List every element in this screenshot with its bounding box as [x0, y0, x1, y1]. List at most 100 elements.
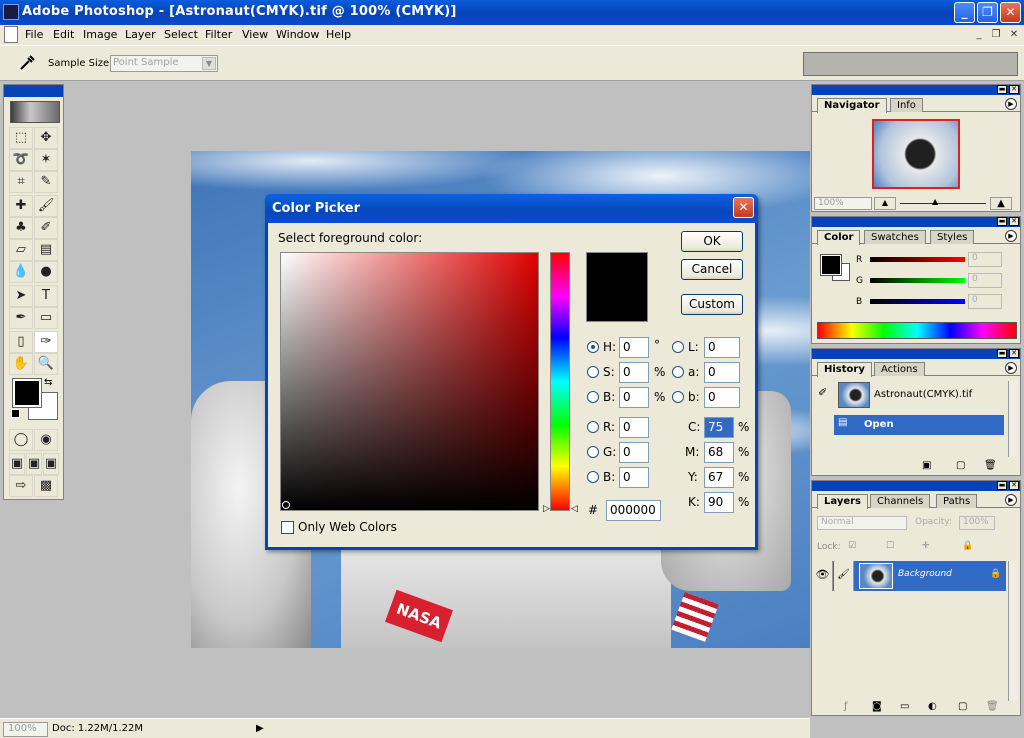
new-snapshot-icon[interactable]: ▢: [956, 460, 965, 471]
toolbox-titlebar[interactable]: [4, 85, 63, 97]
marquee-tool-icon[interactable]: ⬚: [9, 127, 33, 149]
brush-tool-icon[interactable]: 🖌: [34, 195, 58, 217]
b-channel-radio[interactable]: [672, 391, 684, 403]
new-document-from-state-icon[interactable]: ▣: [922, 460, 931, 471]
tab-channels[interactable]: Channels: [870, 494, 931, 508]
color-r-slider[interactable]: [870, 257, 965, 262]
menu-window[interactable]: Window: [276, 28, 319, 41]
lock-image-icon[interactable]: ☐: [886, 541, 894, 551]
crop-tool-icon[interactable]: ⌗: [9, 171, 33, 193]
hex-input[interactable]: 000000: [606, 500, 661, 521]
navigator-zoom-field[interactable]: 100%: [814, 197, 872, 210]
lightness-input[interactable]: 0: [704, 337, 740, 358]
magenta-input[interactable]: 68: [704, 442, 734, 463]
foreground-color-swatch[interactable]: [12, 378, 42, 408]
hue-input[interactable]: 0: [619, 337, 649, 358]
yellow-input[interactable]: 67: [704, 467, 734, 488]
layer-row-background[interactable]: 👁 🖌 Background 🔒: [813, 561, 1006, 591]
a-channel-radio[interactable]: [672, 366, 684, 378]
doc-restore-button[interactable]: ❐: [989, 28, 1003, 41]
brightness-input[interactable]: 0: [619, 387, 649, 408]
palette-well[interactable]: [803, 52, 1018, 76]
path-selection-tool-icon[interactable]: ➤: [9, 285, 33, 307]
history-step-open[interactable]: ▤ Open: [834, 415, 1004, 435]
restore-button[interactable]: ❐: [977, 2, 998, 23]
navigator-palette-titlebar[interactable]: ▬ ✕: [812, 85, 1020, 95]
palette-minimize-icon[interactable]: ▬: [997, 85, 1007, 94]
blur-tool-icon[interactable]: 💧: [9, 261, 33, 283]
default-colors-icon[interactable]: [11, 409, 20, 418]
green-input[interactable]: 0: [619, 442, 649, 463]
navigator-thumbnail[interactable]: [872, 119, 960, 189]
tab-paths[interactable]: Paths: [936, 494, 978, 508]
tab-actions[interactable]: Actions: [874, 362, 925, 376]
clone-stamp-tool-icon[interactable]: ♣: [9, 217, 33, 239]
move-tool-icon[interactable]: ✥: [34, 127, 58, 149]
quick-mask-mode-icon[interactable]: ◉: [34, 429, 58, 451]
swap-colors-icon[interactable]: ⇆: [44, 377, 52, 388]
palette-minimize-icon[interactable]: ▬: [997, 349, 1007, 358]
history-scrollbar[interactable]: [1008, 381, 1018, 457]
custom-button[interactable]: Custom: [681, 294, 743, 315]
blend-mode-select[interactable]: Normal: [817, 516, 907, 530]
eraser-tool-icon[interactable]: ▱: [9, 239, 33, 261]
delete-layer-icon[interactable]: 🗑: [986, 701, 999, 712]
opacity-input[interactable]: 100%: [959, 516, 995, 530]
history-brush-tool-icon[interactable]: ✐: [34, 217, 58, 239]
zoom-tool-icon[interactable]: 🔍: [34, 353, 58, 375]
tab-styles[interactable]: Styles: [930, 230, 975, 244]
navigator-zoom-slider[interactable]: [900, 203, 986, 204]
saturation-input[interactable]: 0: [619, 362, 649, 383]
color-field-marker[interactable]: [282, 501, 290, 509]
photoshop-app-icon[interactable]: [3, 4, 19, 20]
type-tool-icon[interactable]: T: [34, 285, 58, 307]
eyedropper-icon[interactable]: [18, 54, 36, 72]
palette-menu-icon[interactable]: ▶: [1005, 98, 1017, 110]
delete-state-icon[interactable]: 🗑: [984, 460, 997, 471]
minimize-button[interactable]: _: [954, 2, 975, 23]
pen-tool-icon[interactable]: ✒: [9, 307, 33, 329]
hue-slider-left-arrow-icon[interactable]: ▷: [543, 504, 550, 514]
adobe-online-logo[interactable]: [10, 101, 60, 123]
eyedropper-tool-icon[interactable]: ✑: [34, 331, 58, 353]
b-channel-input[interactable]: 0: [704, 387, 740, 408]
zoom-out-icon[interactable]: ▲: [874, 197, 896, 210]
layer-visibility-eye-icon[interactable]: 👁: [813, 561, 833, 591]
ok-button[interactable]: OK: [681, 231, 743, 252]
close-button[interactable]: ✕: [1000, 2, 1021, 23]
color-r-input[interactable]: 0: [968, 252, 1002, 267]
color-ramp[interactable]: [817, 322, 1017, 339]
palette-minimize-icon[interactable]: ▬: [997, 481, 1007, 490]
new-adjustment-layer-icon[interactable]: ◐: [928, 701, 937, 712]
status-menu-arrow-icon[interactable]: ▶: [256, 723, 264, 734]
layer-brush-icon[interactable]: 🖌: [834, 561, 854, 591]
layer-style-icon[interactable]: ƒ: [844, 701, 848, 712]
status-zoom-field[interactable]: 100%: [3, 722, 48, 737]
healing-brush-tool-icon[interactable]: ✚: [9, 195, 33, 217]
tab-swatches[interactable]: Swatches: [864, 230, 926, 244]
palette-close-icon[interactable]: ✕: [1009, 217, 1019, 226]
doc-close-button[interactable]: ✕: [1007, 28, 1021, 41]
palette-close-icon[interactable]: ✕: [1009, 349, 1019, 358]
close-icon[interactable]: ✕: [733, 197, 754, 218]
menu-help[interactable]: Help: [326, 28, 351, 41]
palette-menu-icon[interactable]: ▶: [1005, 494, 1017, 506]
menu-select[interactable]: Select: [164, 28, 198, 41]
full-screen-menu-mode-icon[interactable]: ▣: [26, 453, 42, 475]
color-g-slider[interactable]: [870, 278, 965, 283]
document-icon[interactable]: [4, 26, 18, 43]
cyan-input[interactable]: 75: [704, 417, 734, 438]
color-field[interactable]: [280, 252, 539, 511]
palette-menu-icon[interactable]: ▶: [1005, 230, 1017, 242]
magic-wand-tool-icon[interactable]: ✶: [34, 149, 58, 171]
menu-view[interactable]: View: [242, 28, 268, 41]
slice-tool-icon[interactable]: ✎: [34, 171, 58, 193]
lasso-tool-icon[interactable]: ➰: [9, 149, 33, 171]
red-radio[interactable]: [587, 421, 599, 433]
notes-tool-icon[interactable]: ▯: [9, 331, 33, 353]
lock-transparency-icon[interactable]: ☑: [848, 541, 856, 551]
menu-filter[interactable]: Filter: [205, 28, 232, 41]
rectangle-tool-icon[interactable]: ▭: [34, 307, 58, 329]
history-snapshot-row[interactable]: ✐ Astronaut(CMYK).tif: [814, 381, 1008, 413]
history-brush-source-icon[interactable]: ✐: [818, 386, 827, 399]
